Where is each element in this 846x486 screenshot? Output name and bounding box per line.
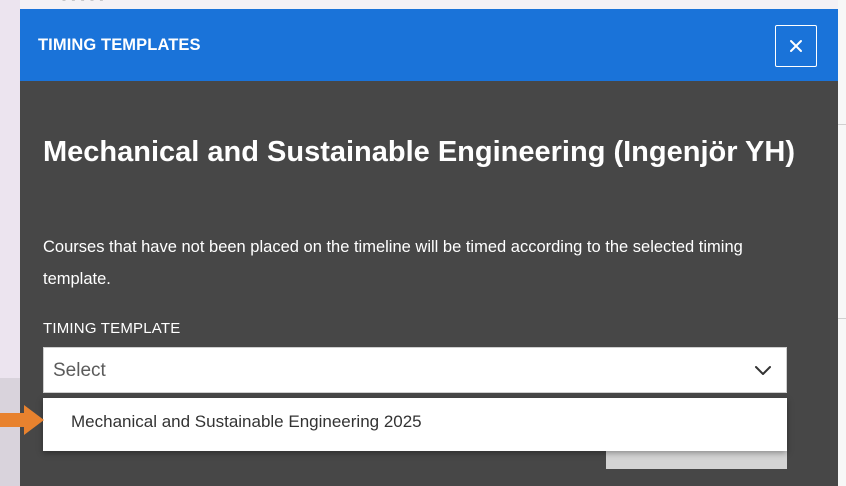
close-icon <box>790 40 802 52</box>
dropdown-option[interactable]: Mechanical and Sustainable Engineering 2… <box>43 398 787 451</box>
chevron-down-icon <box>755 366 771 375</box>
timing-template-dropdown: Mechanical and Sustainable Engineering 2… <box>43 398 787 451</box>
close-button[interactable] <box>775 25 817 67</box>
timing-templates-modal: TIMING TEMPLATES Mechanical and Sustaina… <box>20 9 838 486</box>
background-page-right <box>838 0 846 486</box>
timing-template-label: TIMING TEMPLATE <box>43 320 181 337</box>
dropdown-option-label: Mechanical and Sustainable Engineering 2… <box>71 412 422 431</box>
background-text: - - - - - <box>62 0 104 6</box>
modal-title: TIMING TEMPLATES <box>38 36 201 54</box>
modal-header: TIMING TEMPLATES <box>20 9 838 81</box>
partially-hidden-button[interactable] <box>606 451 787 469</box>
program-title: Mechanical and Sustainable Engineering (… <box>43 136 795 168</box>
description-text: Courses that have not been placed on the… <box>43 238 743 288</box>
arrow-right-icon <box>0 405 44 435</box>
timing-template-select[interactable]: Select <box>43 347 787 393</box>
divider <box>838 318 846 319</box>
divider <box>838 124 846 125</box>
select-value: Select <box>53 360 106 381</box>
